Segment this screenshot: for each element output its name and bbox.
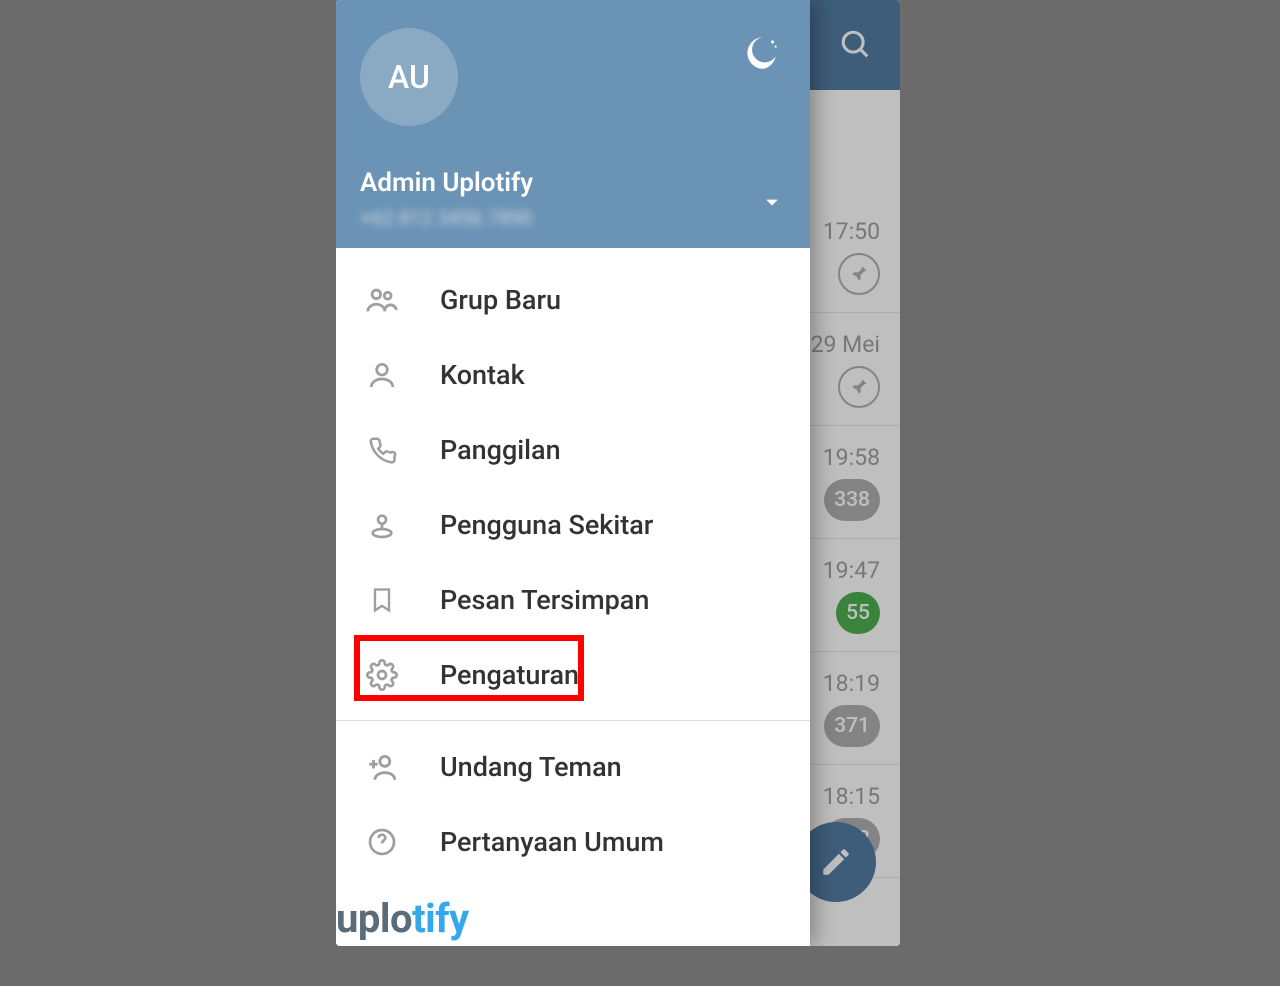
drawer-menu: Grup Baru Kontak Panggilan xyxy=(336,248,810,946)
account-name: Admin Uplotify xyxy=(360,168,786,198)
nav-drawer: AU Admin Uplotify +62 812 3456 7890 xyxy=(336,0,810,946)
menu-item-calls[interactable]: Panggilan xyxy=(336,412,810,487)
menu-label: Pertanyaan Umum xyxy=(440,826,664,858)
night-mode-toggle[interactable] xyxy=(744,34,782,72)
menu-label: Panggilan xyxy=(440,434,561,466)
bookmark-icon xyxy=(364,582,400,618)
menu-label: Undang Teman xyxy=(440,751,622,783)
menu-item-contacts[interactable]: Kontak xyxy=(336,337,810,412)
chevron-down-icon xyxy=(758,188,786,216)
avatar[interactable]: AU xyxy=(360,28,458,126)
add-person-icon xyxy=(364,749,400,785)
account-phone: +62 812 3456 7890 xyxy=(360,206,786,230)
menu-label: Grup Baru xyxy=(440,284,561,316)
menu-item-settings[interactable]: Pengaturan xyxy=(336,637,810,712)
account-expand[interactable] xyxy=(758,188,786,216)
group-icon xyxy=(364,282,400,318)
gear-icon xyxy=(364,657,400,693)
menu-item-faq[interactable]: Pertanyaan Umum xyxy=(336,804,810,879)
nearby-icon xyxy=(364,507,400,543)
menu-item-saved-messages[interactable]: Pesan Tersimpan xyxy=(336,562,810,637)
moon-icon xyxy=(744,34,782,72)
menu-item-nearby[interactable]: Pengguna Sekitar xyxy=(336,487,810,562)
person-icon xyxy=(364,357,400,393)
menu-label: Pengaturan xyxy=(440,659,579,691)
menu-label: Pesan Tersimpan xyxy=(440,584,649,616)
menu-label: Pengguna Sekitar xyxy=(440,509,653,541)
watermark-part1: uplo xyxy=(336,895,412,942)
menu-item-invite-friends[interactable]: Undang Teman xyxy=(336,729,810,804)
watermark-part2: tify xyxy=(412,895,469,942)
help-icon xyxy=(364,824,400,860)
menu-divider xyxy=(336,720,810,721)
menu-label: Kontak xyxy=(440,359,525,391)
phone-icon xyxy=(364,432,400,468)
drawer-header: AU Admin Uplotify +62 812 3456 7890 xyxy=(336,0,810,248)
phone-screen: 17:50 29 Mei 19:58 338 xyxy=(336,0,900,946)
watermark: uplotify xyxy=(336,895,469,942)
menu-item-new-group[interactable]: Grup Baru xyxy=(336,262,810,337)
avatar-initials: AU xyxy=(388,58,430,96)
